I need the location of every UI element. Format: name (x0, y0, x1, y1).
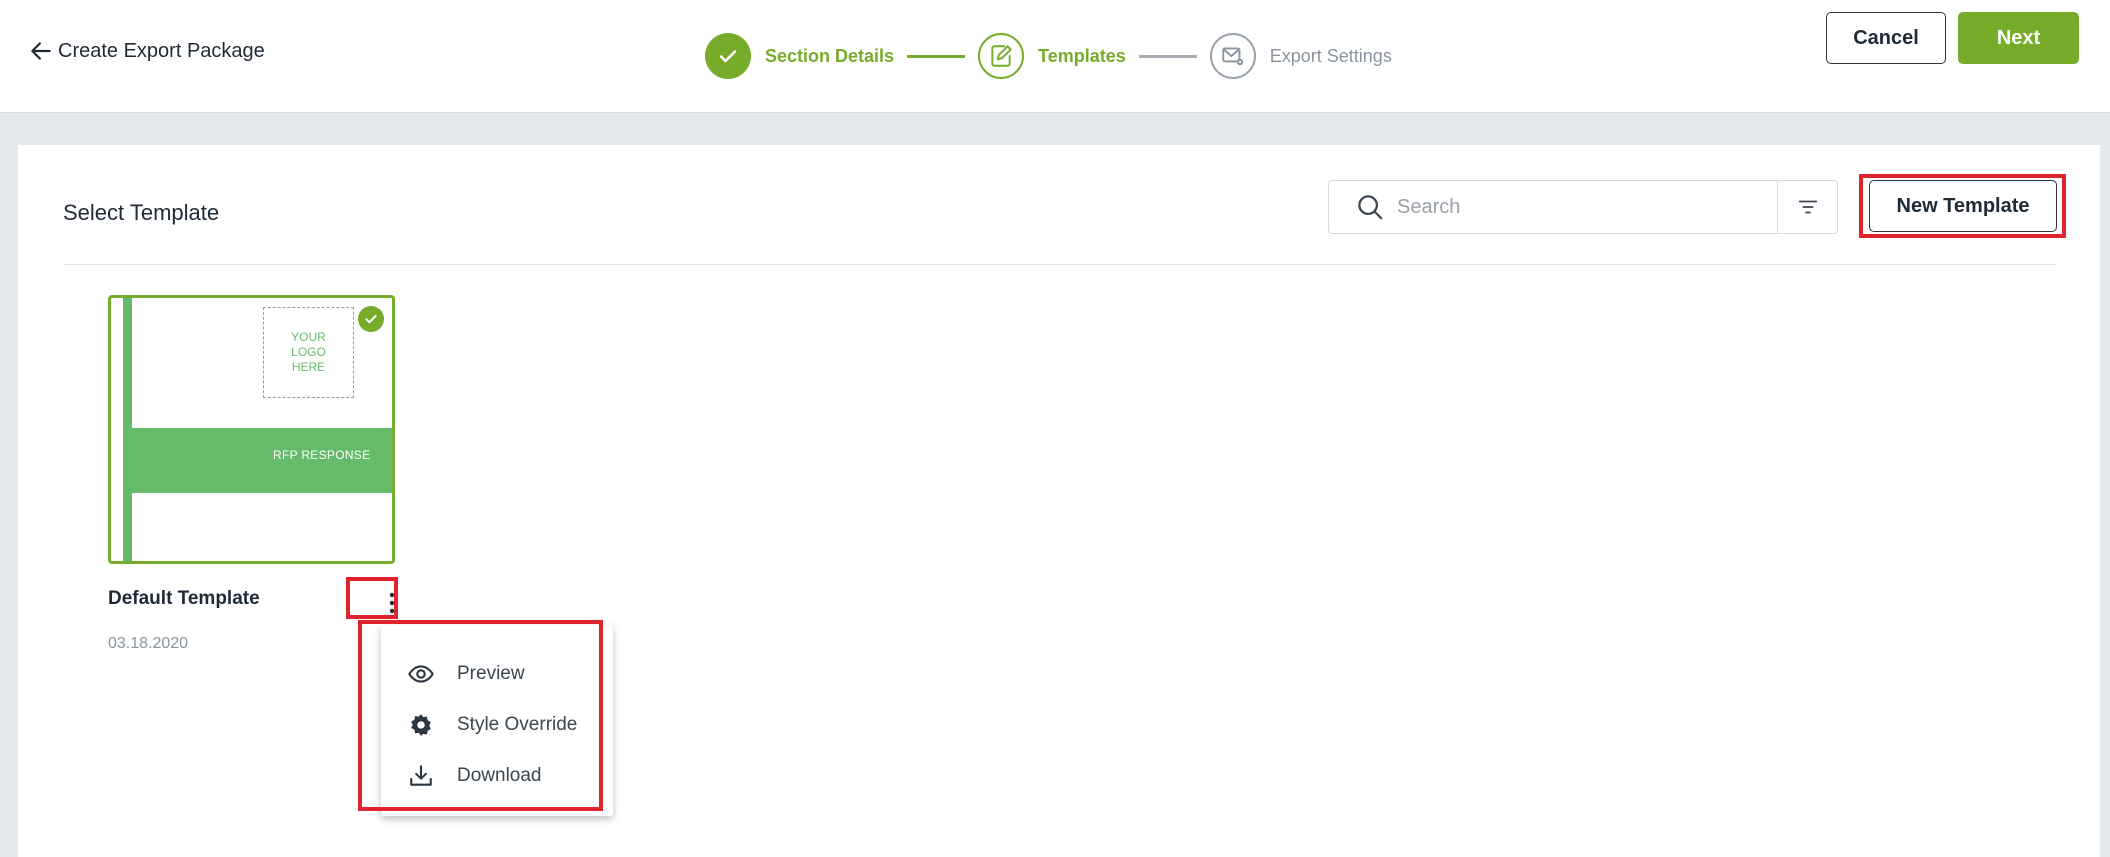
stepper: Section Details Templates Export Setting… (705, 32, 1392, 80)
step-label: Export Settings (1269, 45, 1392, 66)
step-active-circle (978, 33, 1025, 79)
mail-settings-icon (1222, 47, 1244, 66)
highlight-box (346, 577, 398, 619)
selected-check-icon (358, 306, 384, 332)
logo-placeholder: YOUR LOGO HERE (263, 307, 354, 398)
checkmark-icon (719, 50, 737, 63)
template-date: 03.18.2020 (108, 635, 189, 652)
template-panel: Select Template New Template RFP RESPONS… (18, 145, 2100, 857)
template-card[interactable]: RFP RESPONSE YOUR LOGO HERE (108, 295, 395, 564)
cancel-button[interactable]: Cancel (1826, 12, 1946, 64)
new-template-button[interactable]: New Template (1869, 180, 2057, 232)
search-icon (1358, 195, 1383, 220)
divider (63, 264, 2057, 265)
filter-button[interactable] (1777, 181, 1837, 233)
template-edit-icon (991, 45, 1012, 67)
logo-placeholder-text: YOUR LOGO HERE (291, 330, 326, 374)
page-title: Create Export Package (58, 39, 265, 62)
step-pending-circle (1209, 33, 1256, 79)
next-button[interactable]: Next (1958, 12, 2079, 64)
back-button[interactable]: Create Export Package (28, 38, 265, 64)
step-export-settings[interactable]: Export Settings (1209, 33, 1392, 79)
highlight-box (358, 620, 603, 811)
step-connector (907, 54, 966, 58)
step-section-details[interactable]: Section Details (705, 33, 894, 79)
step-templates[interactable]: Templates (978, 33, 1126, 79)
search-input[interactable] (1397, 195, 1777, 219)
arrow-left-icon (31, 42, 51, 60)
top-bar: Create Export Package Section Details Te… (0, 0, 2110, 113)
step-label: Templates (1038, 45, 1126, 66)
search-box (1328, 180, 1838, 234)
step-label: Section Details (765, 45, 895, 66)
checkmark-icon (365, 315, 377, 324)
step-done-circle (705, 33, 751, 79)
template-band-text: RFP RESPONSE (273, 448, 371, 462)
filter-icon (1798, 200, 1817, 214)
section-title: Select Template (63, 200, 220, 225)
step-connector (1138, 54, 1197, 58)
template-name: Default Template (108, 588, 260, 609)
